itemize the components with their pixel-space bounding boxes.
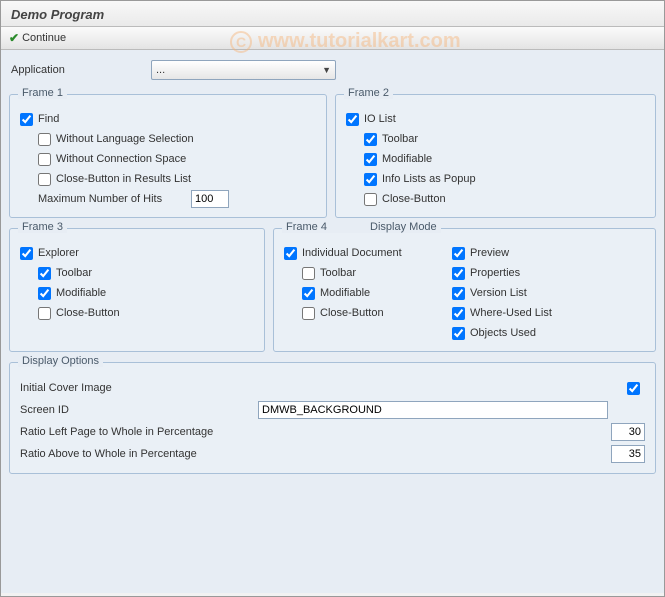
f4-modifiable-checkbox[interactable] [302, 287, 315, 300]
preview-label: Preview [470, 247, 509, 259]
page-title: Demo Program [11, 7, 654, 22]
explorer-checkbox[interactable] [20, 247, 33, 260]
individual-doc-label: Individual Document [302, 247, 402, 259]
frame-3-title: Frame 3 [18, 221, 67, 233]
f3-close-label: Close-Button [56, 307, 120, 319]
version-list-checkbox[interactable] [452, 287, 465, 300]
max-hits-label: Maximum Number of Hits [38, 193, 183, 205]
application-label: Application [11, 64, 71, 76]
info-popup-label: Info Lists as Popup [382, 173, 476, 185]
version-list-label: Version List [470, 287, 527, 299]
where-used-label: Where-Used List [470, 307, 552, 319]
f2-close-label: Close-Button [382, 193, 446, 205]
f3-modifiable-checkbox[interactable] [38, 287, 51, 300]
initial-cover-label: Initial Cover Image [20, 382, 250, 394]
f3-close-checkbox[interactable] [38, 307, 51, 320]
chevron-down-icon: ▼ [322, 65, 331, 75]
frame-1: Frame 1 Find Without Language Selection … [9, 94, 327, 218]
objects-used-checkbox[interactable] [452, 327, 465, 340]
screen-id-label: Screen ID [20, 404, 250, 416]
frame-4: Frame 4 Display Mode Individual Document… [273, 228, 656, 352]
where-used-checkbox[interactable] [452, 307, 465, 320]
initial-cover-checkbox[interactable] [627, 382, 640, 395]
explorer-label: Explorer [38, 247, 79, 259]
toolbar: ✔ Continue [1, 27, 664, 50]
f3-toolbar-label: Toolbar [56, 267, 92, 279]
screen-id-input[interactable] [258, 401, 608, 419]
f4-toolbar-label: Toolbar [320, 267, 356, 279]
display-options-title: Display Options [18, 355, 103, 367]
f3-toolbar-checkbox[interactable] [38, 267, 51, 280]
header-bar: Demo Program [1, 1, 664, 27]
without-lang-checkbox[interactable] [38, 133, 51, 146]
f3-modifiable-label: Modifiable [56, 287, 106, 299]
ratio-left-label: Ratio Left Page to Whole in Percentage [20, 426, 250, 438]
io-list-label: IO List [364, 113, 396, 125]
f2-toolbar-checkbox[interactable] [364, 133, 377, 146]
close-results-label: Close-Button in Results List [56, 173, 191, 185]
properties-label: Properties [470, 267, 520, 279]
content-area: Application ... ▼ Frame 1 Find Without L… [1, 50, 664, 593]
f2-modifiable-checkbox[interactable] [364, 153, 377, 166]
objects-used-label: Objects Used [470, 327, 536, 339]
f4-close-label: Close-Button [320, 307, 384, 319]
individual-doc-checkbox[interactable] [284, 247, 297, 260]
find-checkbox[interactable] [20, 113, 33, 126]
continue-button[interactable]: ✔ Continue [9, 31, 66, 45]
find-label: Find [38, 113, 59, 125]
close-results-checkbox[interactable] [38, 173, 51, 186]
f4-close-checkbox[interactable] [302, 307, 315, 320]
application-dropdown[interactable]: ... ▼ [151, 60, 336, 80]
properties-checkbox[interactable] [452, 267, 465, 280]
io-list-checkbox[interactable] [346, 113, 359, 126]
check-icon: ✔ [9, 31, 19, 45]
continue-label: Continue [22, 32, 66, 44]
f4-modifiable-label: Modifiable [320, 287, 370, 299]
application-selected: ... [156, 64, 165, 76]
max-hits-input[interactable] [191, 190, 229, 208]
preview-checkbox[interactable] [452, 247, 465, 260]
ratio-above-input[interactable] [611, 445, 645, 463]
frame-1-title: Frame 1 [18, 87, 67, 99]
info-popup-checkbox[interactable] [364, 173, 377, 186]
without-conn-label: Without Connection Space [56, 153, 186, 165]
display-mode-label: Display Mode [370, 221, 437, 233]
f2-modifiable-label: Modifiable [382, 153, 432, 165]
frame-2-title: Frame 2 [344, 87, 393, 99]
ratio-above-label: Ratio Above to Whole in Percentage [20, 448, 250, 460]
f2-toolbar-label: Toolbar [382, 133, 418, 145]
without-lang-label: Without Language Selection [56, 133, 194, 145]
ratio-left-input[interactable] [611, 423, 645, 441]
f2-close-checkbox[interactable] [364, 193, 377, 206]
display-options-frame: Display Options Initial Cover Image Scre… [9, 362, 656, 474]
f4-toolbar-checkbox[interactable] [302, 267, 315, 280]
frame-4-title: Frame 4 Display Mode [282, 221, 441, 233]
frame-2: Frame 2 IO List Toolbar Modifiable Info … [335, 94, 656, 218]
without-conn-checkbox[interactable] [38, 153, 51, 166]
frame-3: Frame 3 Explorer Toolbar Modifiable Clos… [9, 228, 265, 352]
